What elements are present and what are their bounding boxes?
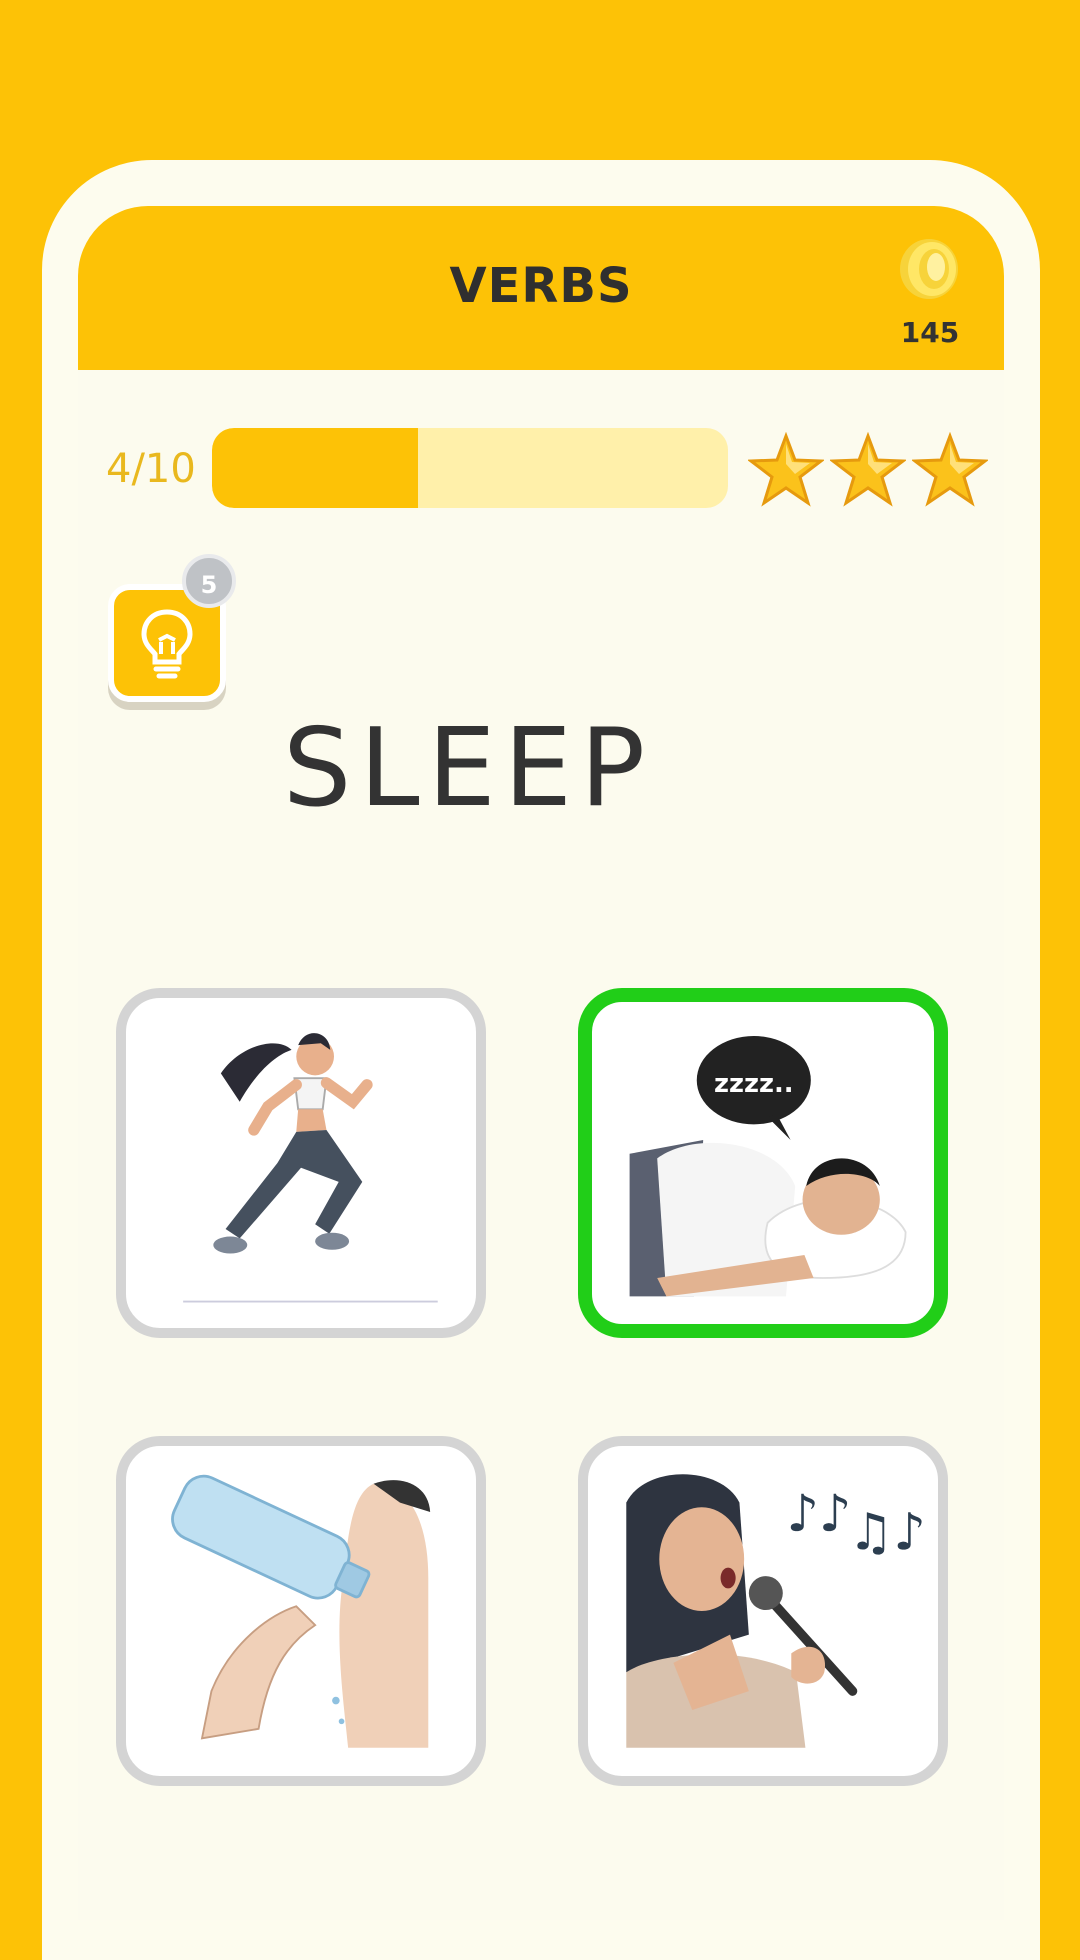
coin-count: 145 bbox=[900, 316, 960, 349]
option-card-singing[interactable]: ♪♪ ♫♪ bbox=[578, 1436, 948, 1786]
option-card-sleeping[interactable]: zzzz.. bbox=[578, 988, 948, 1338]
hint-count-badge: 5 bbox=[182, 554, 236, 608]
progress-bar bbox=[212, 428, 728, 508]
option-card-drinking[interactable] bbox=[116, 1436, 486, 1786]
progress-label: 4/10 bbox=[106, 446, 196, 492]
running-woman-image bbox=[183, 1033, 438, 1303]
category-title: VERBS bbox=[449, 258, 633, 314]
progress-bar-fill bbox=[212, 428, 419, 508]
star-rating bbox=[748, 432, 988, 512]
star-icon bbox=[830, 432, 906, 507]
top-bar: VERBS 145 bbox=[78, 206, 1004, 370]
sleep-bubble-text: zzzz.. bbox=[714, 1069, 794, 1099]
star-icon bbox=[748, 432, 824, 507]
star-icon bbox=[912, 432, 988, 507]
option-card-running[interactable] bbox=[116, 988, 486, 1338]
target-word: SLEEP bbox=[282, 706, 654, 831]
sleeping-man-image: zzzz.. bbox=[629, 1036, 907, 1297]
svg-text:♫♪: ♫♪ bbox=[848, 1504, 926, 1563]
singing-woman-image: ♪♪ ♫♪ bbox=[626, 1474, 926, 1748]
game-screen: VERBS 145 4/10 5 SLEEP zzzz.. ♪♪ ♫♪ bbox=[78, 206, 1004, 1920]
drinking-water-image bbox=[171, 1474, 431, 1748]
coin-icon bbox=[900, 239, 958, 299]
svg-text:♪♪: ♪♪ bbox=[787, 1485, 852, 1544]
